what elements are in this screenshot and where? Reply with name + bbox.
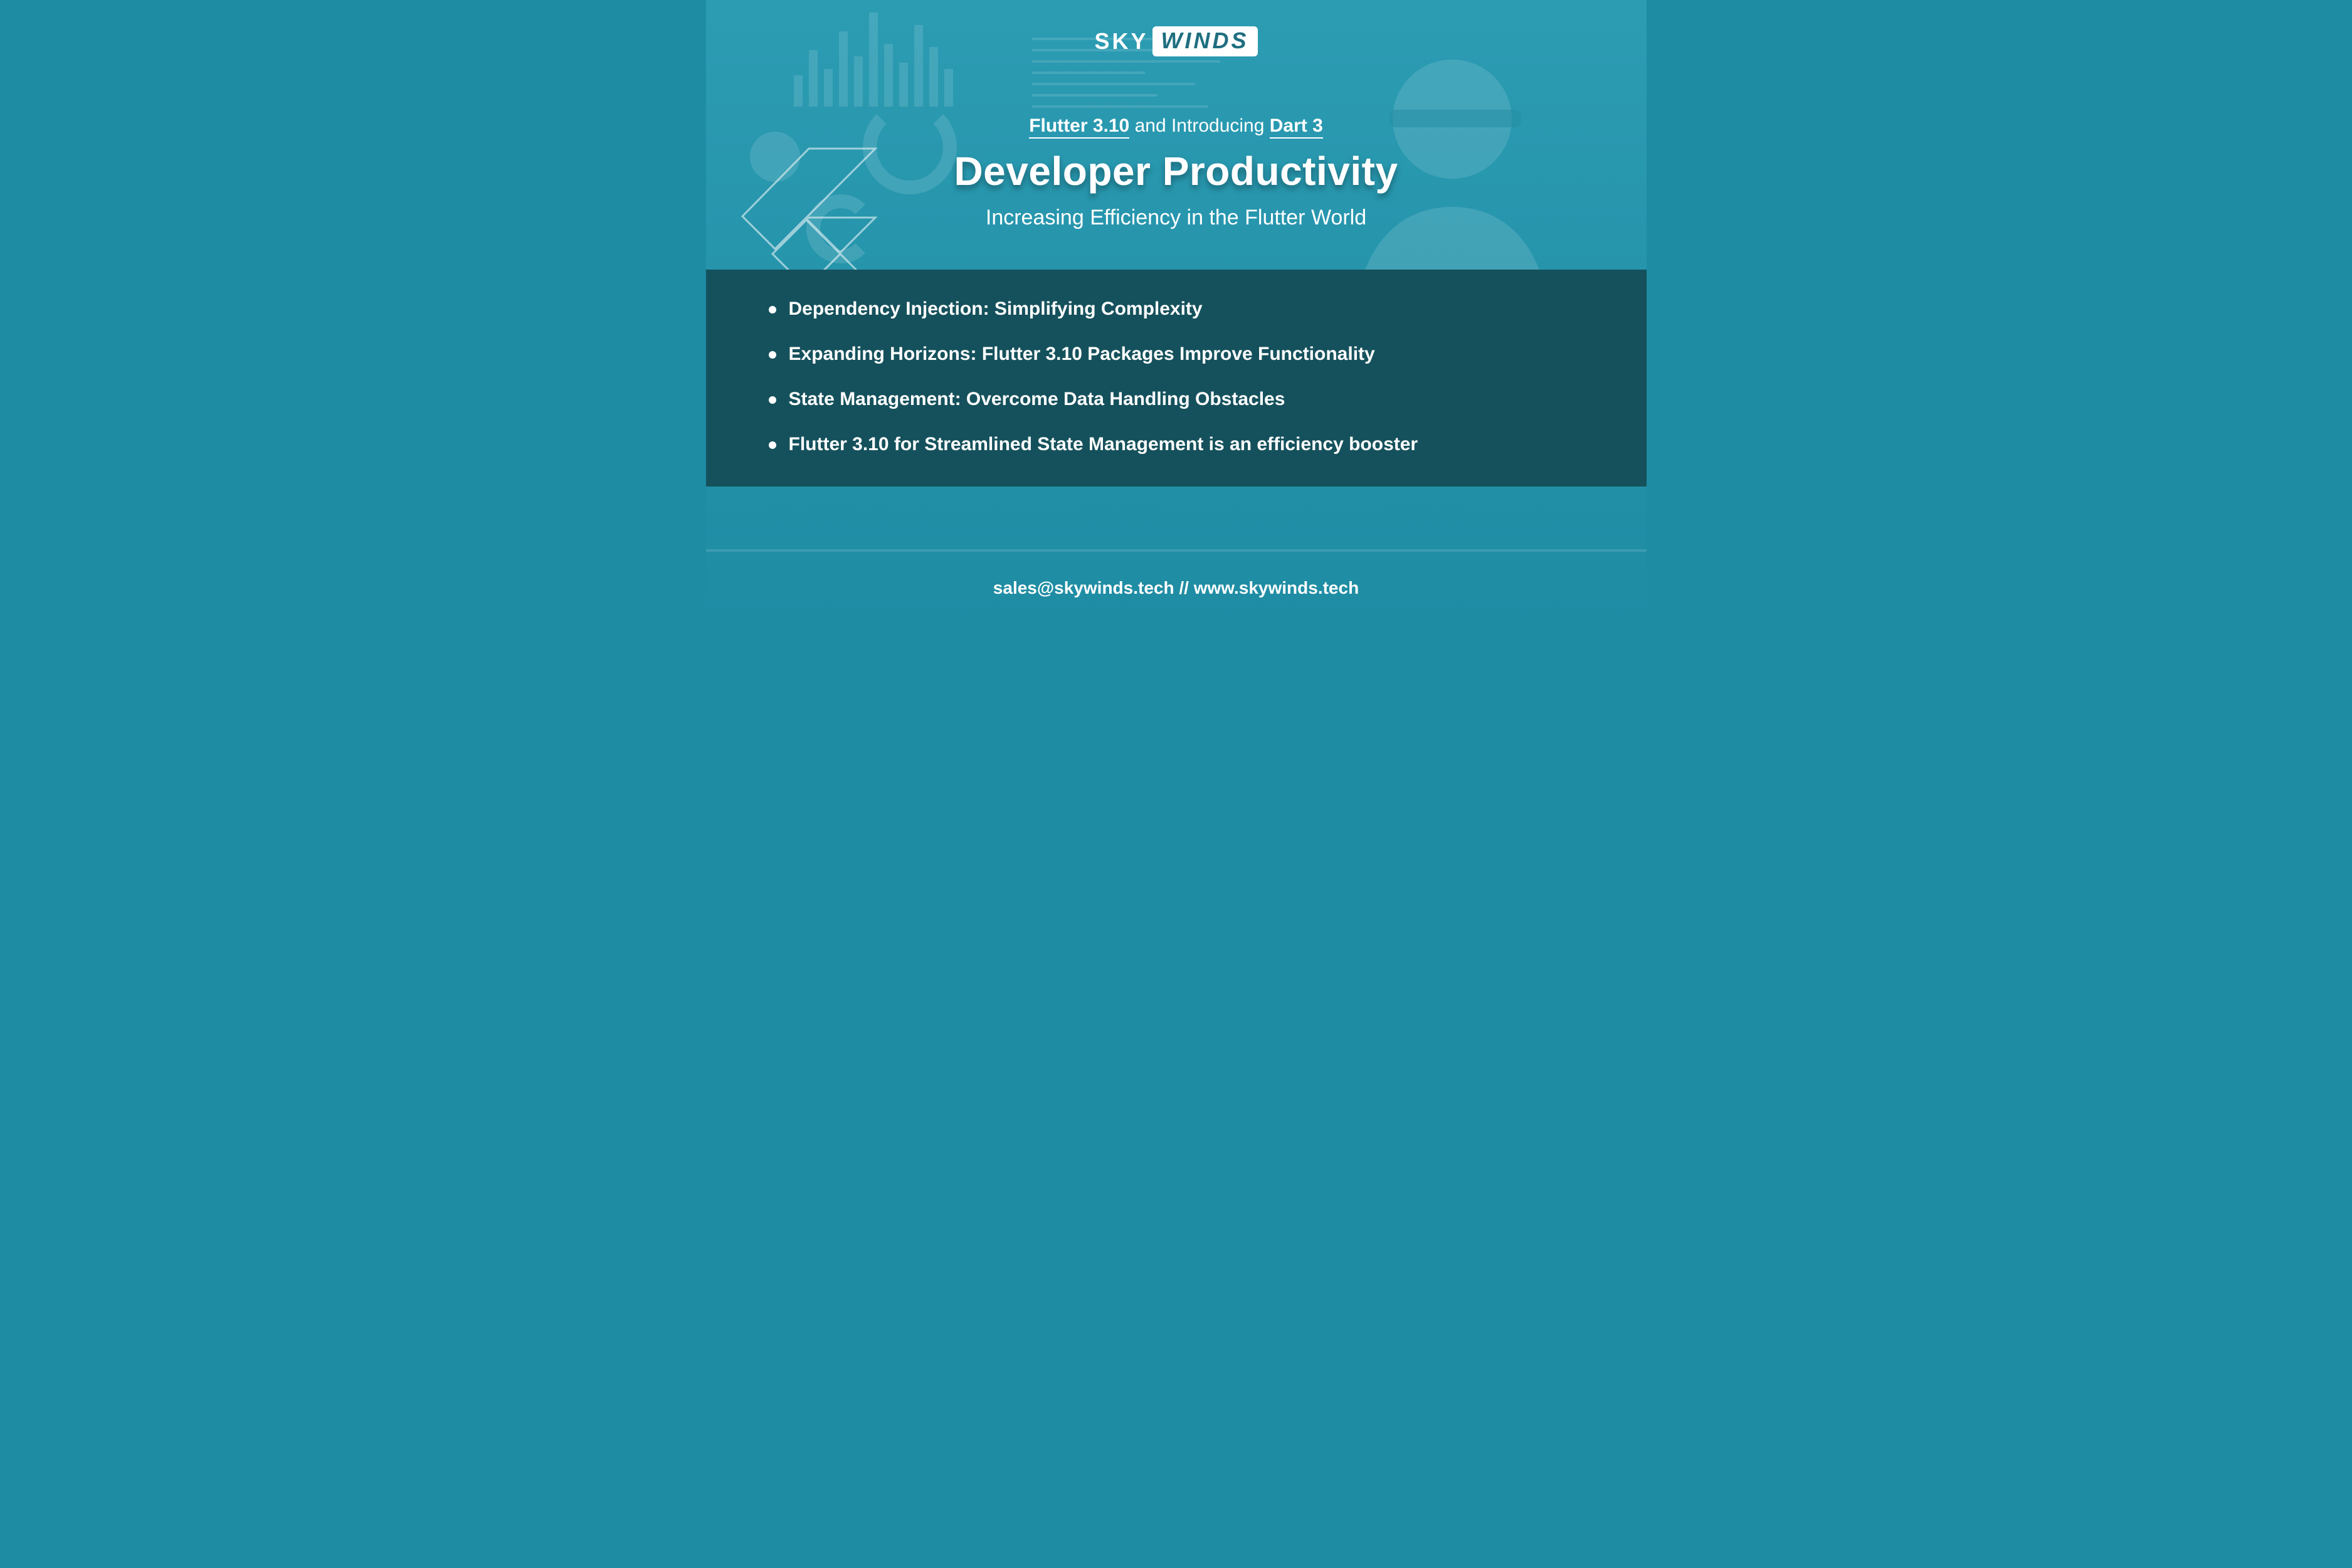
bullet-list: Dependency Injection: Simplifying Comple…: [769, 298, 1584, 455]
kicker-link-dart: Dart 3: [1270, 115, 1323, 139]
brand-logo: SKY WINDS: [706, 26, 1647, 56]
footer-contact: sales@skywinds.tech // www.skywinds.tech: [706, 578, 1647, 598]
kicker-link-flutter: Flutter 3.10: [1029, 115, 1129, 139]
header: Flutter 3.10 and Introducing Dart 3 Deve…: [706, 115, 1647, 230]
kicker-middle: and Introducing: [1129, 115, 1270, 136]
bullet-text: Expanding Horizons: Flutter 3.10 Package…: [789, 344, 1375, 365]
list-item: Flutter 3.10 for Streamlined State Manag…: [769, 434, 1584, 455]
page-title: Developer Productivity: [706, 148, 1647, 194]
brand-text-part2: WINDS: [1152, 26, 1258, 56]
page-subtitle: Increasing Efficiency in the Flutter Wor…: [706, 206, 1647, 230]
slide: SKY WINDS Flutter 3.10 and Introducing D…: [706, 0, 1647, 627]
list-item: State Management: Overcome Data Handling…: [769, 389, 1584, 410]
bullet-text: Dependency Injection: Simplifying Comple…: [789, 298, 1203, 320]
bullet-text: State Management: Overcome Data Handling…: [789, 389, 1285, 410]
list-item: Expanding Horizons: Flutter 3.10 Package…: [769, 344, 1584, 365]
bullet-text: Flutter 3.10 for Streamlined State Manag…: [789, 434, 1418, 455]
list-item: Dependency Injection: Simplifying Comple…: [769, 298, 1584, 320]
kicker: Flutter 3.10 and Introducing Dart 3: [706, 115, 1647, 137]
brand-text-part1: SKY: [1094, 28, 1148, 55]
bullet-panel: Dependency Injection: Simplifying Comple…: [706, 270, 1647, 487]
